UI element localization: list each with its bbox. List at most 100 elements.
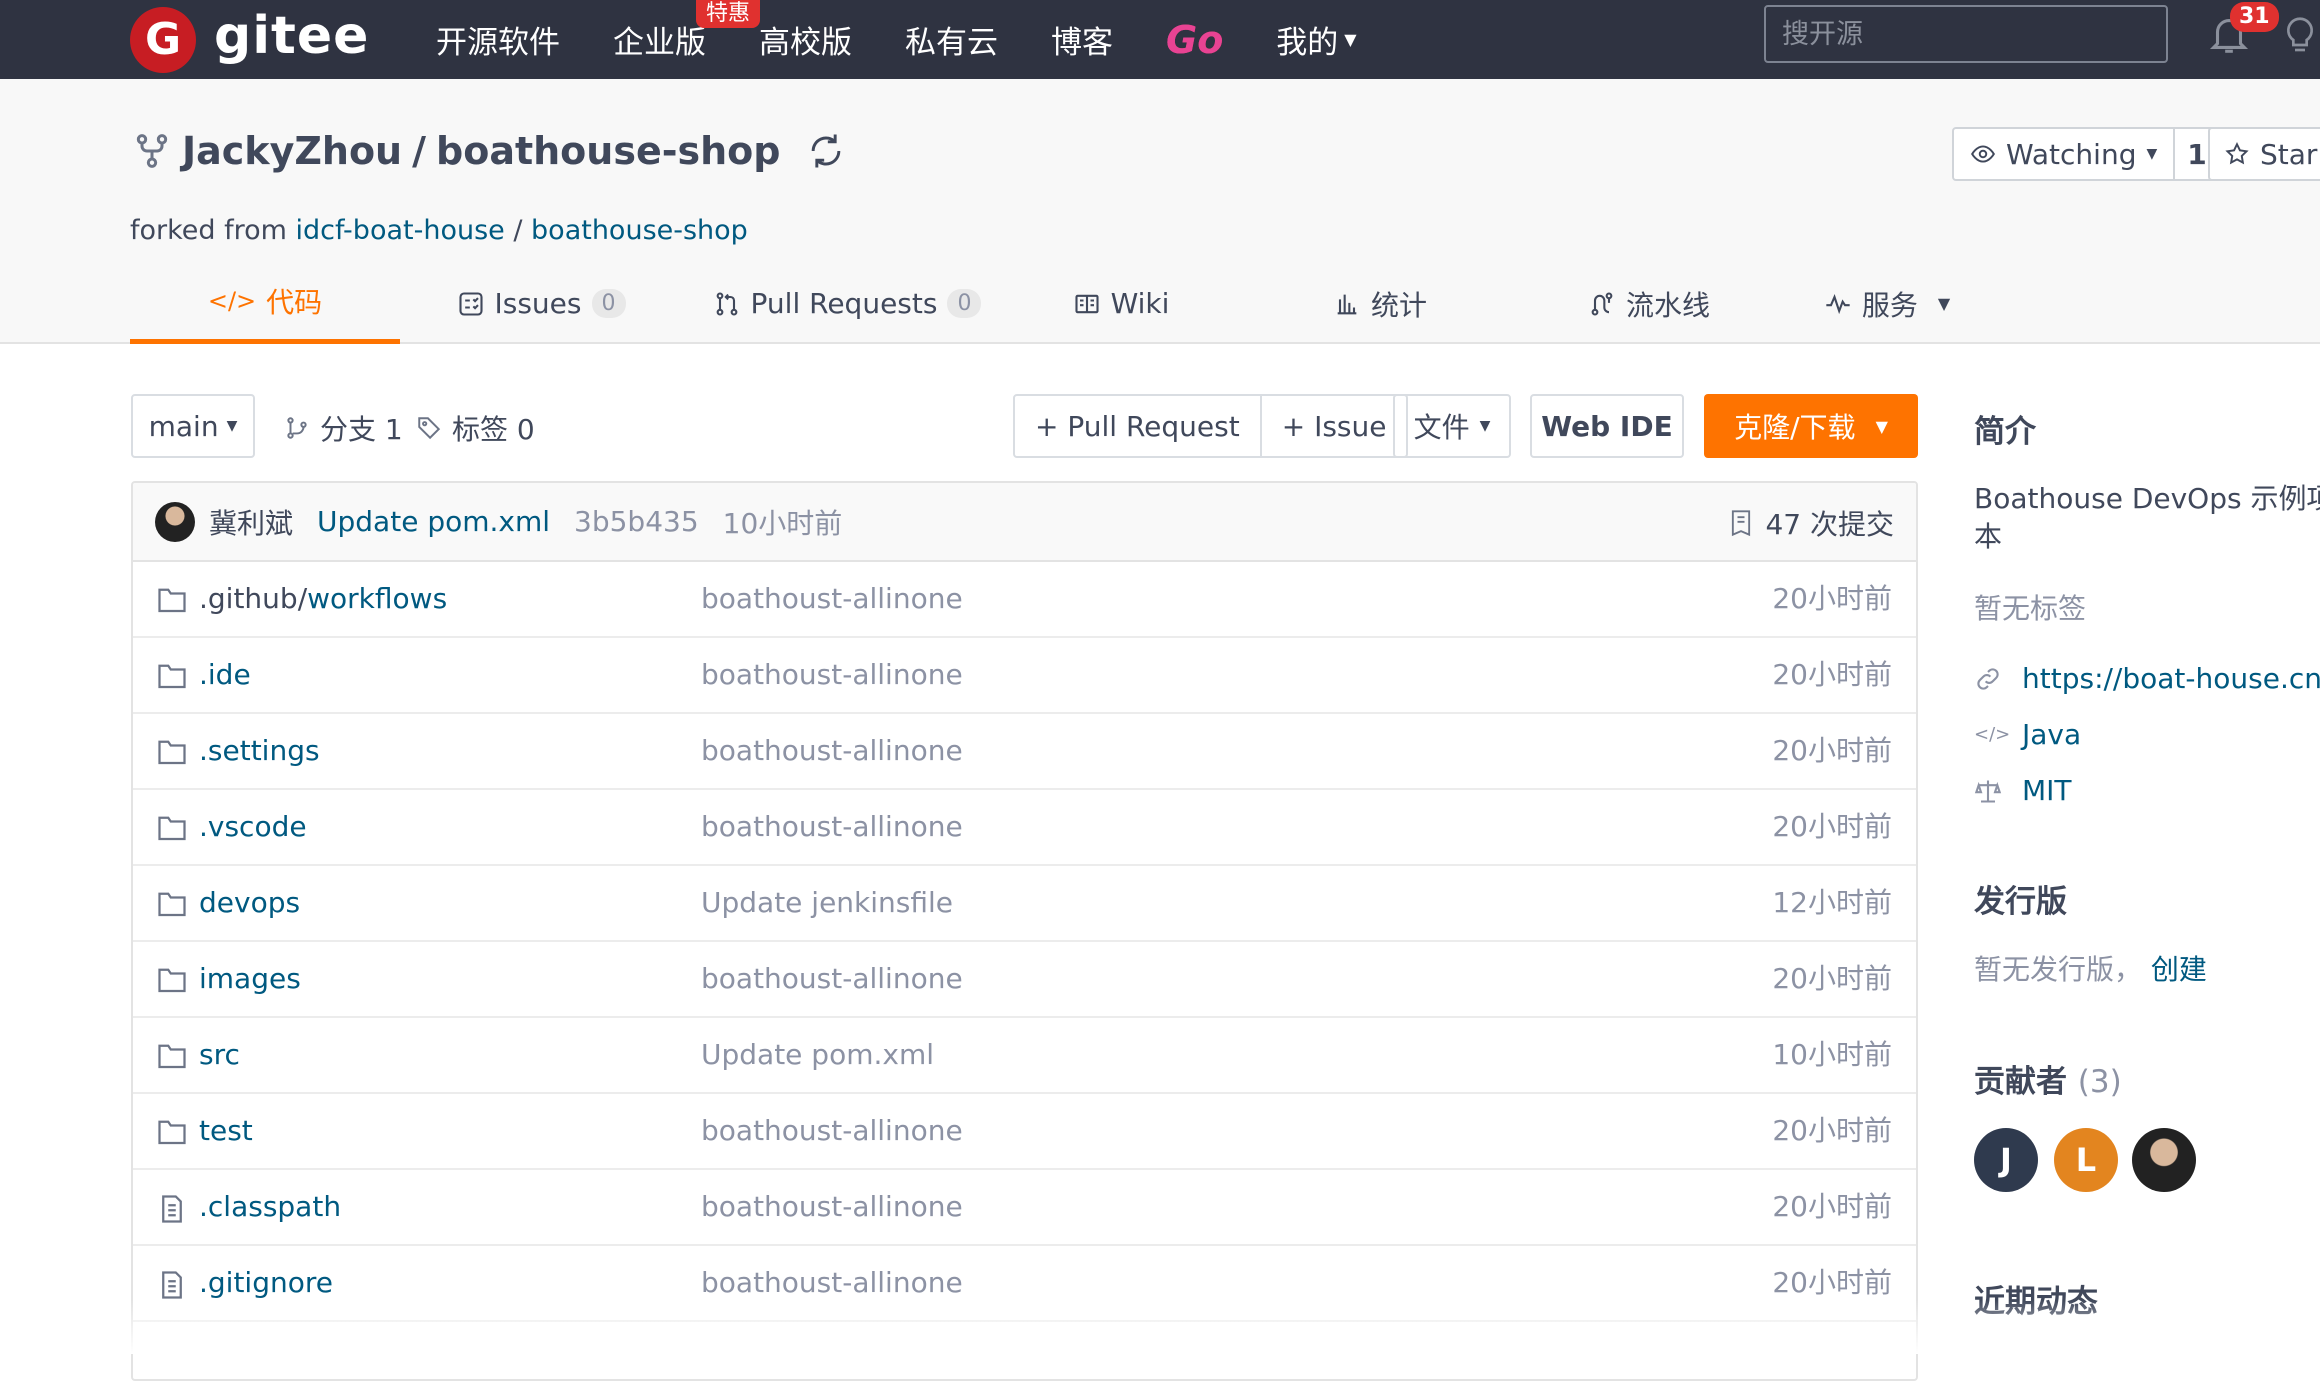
tab-wiki[interactable]: Wiki <box>1012 263 1230 344</box>
table-row[interactable]: .classpath boathoust-allinone 20小时前 <box>133 1170 1916 1246</box>
bottom-fade <box>0 1300 2320 1354</box>
nav-mine[interactable]: 我的 ▼ <box>1276 17 1356 62</box>
clone-download-button[interactable]: 克隆/下载 ▼ <box>1704 394 1918 458</box>
file-name-link[interactable]: devops <box>199 866 300 940</box>
file-commit-message[interactable]: Update jenkinsfile <box>701 866 953 940</box>
commit-time: 10小时前 <box>722 506 843 540</box>
nav-university[interactable]: 高校版 <box>759 17 852 62</box>
watch-label: Watching <box>2006 137 2137 171</box>
file-name: .classpath <box>199 1190 342 1223</box>
file-name-link[interactable]: .classpath <box>199 1170 341 1244</box>
tab-code[interactable]: </> 代码 <box>130 263 400 344</box>
nav-enterprise[interactable]: 企业版 <box>613 17 706 62</box>
file-commit-message[interactable]: boathoust-allinone <box>701 562 963 636</box>
file-name-link[interactable]: test <box>199 1094 253 1168</box>
tab-stats[interactable]: 统计 <box>1230 263 1530 344</box>
commits-icon <box>1732 509 1751 536</box>
link-icon <box>1977 667 1999 690</box>
file-commit-time: 20小时前 <box>1772 582 1892 615</box>
commit-hash[interactable]: 3b5b435 <box>574 505 699 538</box>
contributor-avatar[interactable]: J <box>1974 1128 2038 1192</box>
new-pull-request-button[interactable]: + Pull Request <box>1015 396 1260 456</box>
file-commit-message[interactable]: boathoust-allinone <box>701 790 963 864</box>
tab-issues[interactable]: Issues 0 <box>400 263 682 344</box>
file-commit-message[interactable]: boathoust-allinone <box>701 1094 963 1168</box>
tags-link[interactable]: 标签 0 <box>416 408 535 448</box>
file-commit-message[interactable]: boathoust-allinone <box>701 714 963 788</box>
language-link[interactable]: </> Java <box>1974 718 2081 751</box>
license-link[interactable]: MIT <box>1974 774 2072 807</box>
releases-title: 发行版 <box>1974 884 2067 920</box>
chevron-down-icon: ▼ <box>1875 416 1888 436</box>
contributor-avatar[interactable] <box>2132 1128 2196 1192</box>
table-row[interactable]: devops Update jenkinsfile 12小时前 <box>133 866 1916 942</box>
file-name-link[interactable]: images <box>199 942 301 1016</box>
table-row[interactable]: images boathoust-allinone 20小时前 <box>133 942 1916 1018</box>
commit-message[interactable]: Update pom.xml <box>317 505 550 538</box>
nav-open-source[interactable]: 开源软件 <box>436 17 560 62</box>
nav-blog[interactable]: 博客 <box>1051 17 1113 62</box>
file-name-link[interactable]: .github/workflows <box>199 562 447 636</box>
file-commit-time: 12小时前 <box>1772 886 1892 919</box>
table-row[interactable]: test boathoust-allinone 20小时前 <box>133 1094 1916 1170</box>
file-commit-message[interactable]: Update pom.xml <box>701 1018 934 1092</box>
intro-title: 简介 <box>1974 414 2036 450</box>
tab-pipeline[interactable]: 流水线 <box>1530 263 1768 344</box>
branches-link[interactable]: 分支 1 <box>284 408 403 448</box>
file-dropdown[interactable]: 文件 ▼ <box>1393 394 1511 458</box>
gitee-logo[interactable]: G gitee <box>130 0 369 79</box>
contributors-count: (3) <box>2077 1064 2122 1100</box>
lightbulb-icon[interactable] <box>2280 12 2320 58</box>
contributor-avatar[interactable]: L <box>2054 1128 2118 1192</box>
file-commit-message[interactable]: boathoust-allinone <box>701 1170 963 1244</box>
repo-title: JackyZhou / boathouse-shop <box>132 129 848 173</box>
folder-icon <box>157 966 187 994</box>
file-list: 冀利斌 Update pom.xml 3b5b435 10小时前 47 次提交 … <box>131 481 1918 1381</box>
main-nav: 开源软件 企业版 高校版 私有云 博客 Go 我的 ▼ <box>436 0 1410 79</box>
nav-go[interactable]: Go <box>1166 18 1223 62</box>
file-name-link[interactable]: src <box>199 1018 240 1092</box>
commit-author[interactable]: 冀利斌 <box>209 502 293 542</box>
notification-badge: 31 <box>2230 2 2279 32</box>
nav-private-cloud[interactable]: 私有云 <box>905 17 998 62</box>
forked-repo-link[interactable]: boathouse-shop <box>531 215 748 246</box>
repo-separator: / <box>412 129 427 173</box>
file-name-link[interactable]: .vscode <box>199 790 307 864</box>
forked-owner-link[interactable]: idcf-boat-house <box>296 215 505 246</box>
file-commit-message[interactable]: boathoust-allinone <box>701 638 963 712</box>
file-commit-time: 20小时前 <box>1772 962 1892 995</box>
tab-service-label: 服务 <box>1861 288 1918 322</box>
star-button[interactable]: Star <box>2208 127 2320 181</box>
avatar[interactable] <box>155 501 195 542</box>
homepage-url: https://boat-house.cn <box>2022 662 2320 695</box>
tab-pull-requests[interactable]: Pull Requests 0 <box>682 263 1012 344</box>
table-row[interactable]: .settings boathoust-allinone 20小时前 <box>133 714 1916 790</box>
file-commit-message[interactable]: boathoust-allinone <box>701 942 963 1016</box>
table-row[interactable]: .ide boathoust-allinone 20小时前 <box>133 638 1916 714</box>
file-name: workflows <box>307 582 448 615</box>
file-name-link[interactable]: .settings <box>199 714 320 788</box>
homepage-link[interactable]: https://boat-house.cn <box>1974 662 2320 695</box>
new-issue-button[interactable]: + Issue <box>1259 396 1407 456</box>
table-row[interactable]: .github/workflows boathoust-allinone 20小时前 <box>133 562 1916 638</box>
tab-issues-count: 0 <box>591 289 626 318</box>
file-name: images <box>199 962 301 995</box>
tab-service[interactable]: 服务 ▼ <box>1768 263 2006 344</box>
file-commit-time: 20小时前 <box>1772 1114 1892 1147</box>
watch-button[interactable]: Watching ▼ <box>1954 129 2176 179</box>
table-row[interactable]: .vscode boathoust-allinone 20小时前 <box>133 790 1916 866</box>
table-row[interactable]: src Update pom.xml 10小时前 <box>133 1018 1916 1094</box>
pipeline-icon <box>1591 291 1613 316</box>
create-release-link[interactable]: 创建 <box>2151 953 2207 986</box>
branch-selector[interactable]: main ▼ <box>131 394 255 458</box>
language-label: Java <box>2022 718 2082 751</box>
file-dropdown-label: 文件 <box>1413 411 1470 444</box>
repo-owner-link[interactable]: JackyZhou <box>182 129 402 173</box>
sync-icon[interactable] <box>804 129 848 173</box>
search-input[interactable] <box>1764 5 2168 63</box>
file-name-link[interactable]: .ide <box>199 638 251 712</box>
web-ide-button[interactable]: Web IDE <box>1530 394 1684 458</box>
commit-count-link[interactable]: 47 次提交 <box>1727 483 1894 562</box>
pull-request-icon <box>716 291 737 316</box>
repo-name-link[interactable]: boathouse-shop <box>436 129 780 173</box>
